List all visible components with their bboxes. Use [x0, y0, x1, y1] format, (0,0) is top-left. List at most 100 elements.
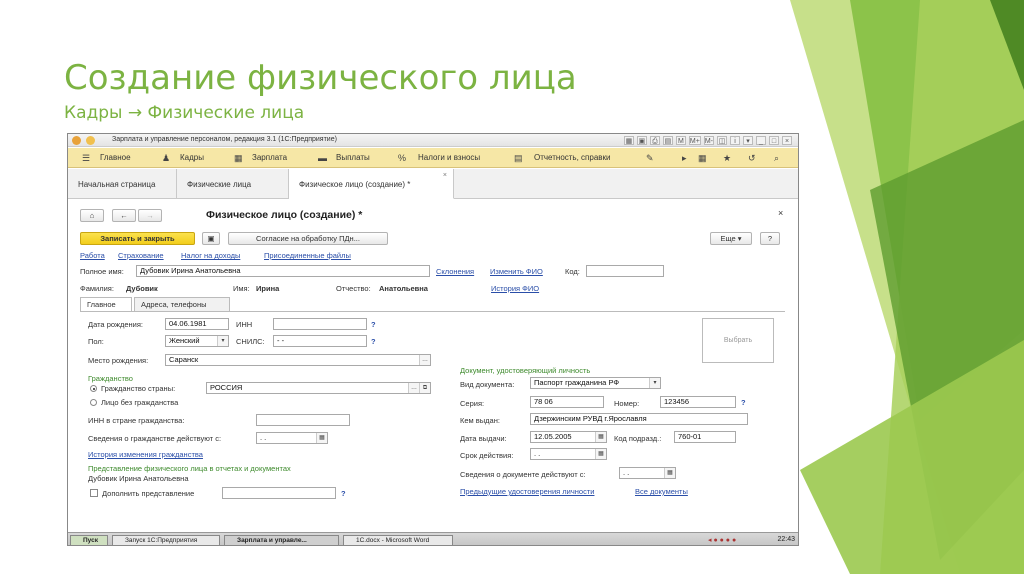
slide-subtitle: Кадры → Физические лица [64, 103, 305, 123]
tab-home-label: Начальная страница [78, 180, 156, 189]
all-docs-link[interactable]: Все документы [635, 487, 688, 496]
tab-main[interactable]: Главное [80, 297, 132, 311]
patronymic-label: Отчество: [336, 284, 371, 293]
window-icon[interactable]: ◫ [717, 136, 727, 145]
taskbar-1c-launch[interactable]: Запуск 1С:Предприятия [112, 535, 220, 545]
home-button[interactable]: ⌂ [80, 209, 104, 222]
reports-icon: ▤ [514, 153, 523, 163]
menu-salary[interactable]: Зарплата [252, 153, 287, 162]
more-dots-icon[interactable]: … [408, 383, 419, 393]
memory-m-button[interactable]: M [675, 136, 686, 145]
open-icon[interactable]: ⧉ [419, 383, 430, 393]
series-field[interactable]: 78 06 [530, 396, 604, 408]
chevron-down-icon[interactable]: ▾ [217, 336, 228, 346]
declensions-link[interactable]: Склонения [436, 267, 474, 276]
back-button[interactable]: ← [112, 209, 136, 222]
tray-icons[interactable]: ◂ ● ● ● ● [708, 536, 736, 544]
star-icon[interactable]: ★ [723, 153, 731, 164]
citizenship-valid-field[interactable]: . . ▦ [256, 432, 328, 444]
issue-date-value: 12.05.2005 [534, 432, 572, 441]
doc-valid-field[interactable]: . . ▦ [619, 467, 676, 479]
link-insurance[interactable]: Страхование [118, 251, 164, 260]
issued-by-label: Кем выдан: [460, 416, 500, 425]
supplement-field[interactable] [222, 487, 336, 499]
wrench-icon[interactable]: ✎ [646, 153, 654, 164]
link-attached-files[interactable]: Присоединенные файлы [264, 251, 351, 260]
menu-circle-icon[interactable] [86, 136, 95, 145]
memory-mplus-button[interactable]: M+ [688, 136, 701, 145]
close-icon[interactable]: × [782, 136, 792, 145]
code-field[interactable] [586, 265, 664, 277]
print-icon[interactable]: ⎙ [649, 136, 660, 145]
valid-until-field[interactable]: . . ▦ [530, 448, 607, 460]
save-icon-button[interactable]: ▣ [202, 232, 220, 245]
supplement-help-icon[interactable]: ? [341, 489, 346, 498]
link-work[interactable]: Работа [80, 251, 105, 260]
minimize-icon[interactable]: _ [756, 136, 766, 145]
tab-individual-create[interactable]: Физическое лицо (создание) * × [289, 169, 454, 199]
photo-box[interactable]: Выбрать [702, 318, 774, 363]
info-icon[interactable]: i [730, 136, 740, 145]
menu-payments[interactable]: Выплаты [336, 153, 370, 162]
inn-help-icon[interactable]: ? [371, 320, 376, 329]
menu-reports[interactable]: Отчетность, справки [534, 153, 611, 162]
foreign-inn-field[interactable] [256, 414, 350, 426]
link-income-tax[interactable]: Налог на доходы [181, 251, 240, 260]
supplement-checkbox[interactable] [90, 489, 98, 497]
app-logo-icon [72, 136, 81, 145]
calendar-icon[interactable]: ▦ [595, 432, 606, 442]
history-icon[interactable]: ↺ [748, 153, 756, 164]
snils-help-icon[interactable]: ? [371, 337, 376, 346]
inn-field[interactable] [273, 318, 367, 330]
division-code-field[interactable]: 760-01 [674, 431, 736, 443]
taskbar-word-doc[interactable]: 1C.docx - Microsoft Word [343, 535, 453, 545]
maximize-icon[interactable]: □ [769, 136, 779, 145]
more-dots-icon[interactable]: … [419, 355, 430, 365]
calendar-icon[interactable]: ▦ [664, 468, 675, 478]
citizenship-history-link[interactable]: История изменения гражданства [88, 450, 203, 459]
close-form-icon[interactable]: × [778, 208, 783, 218]
calendar-icon[interactable]: ▦ [316, 433, 327, 443]
close-tab-icon[interactable]: × [443, 172, 447, 179]
chevron-down-icon[interactable]: ▾ [743, 136, 753, 145]
memory-mminus-button[interactable]: M- [703, 136, 714, 145]
consent-button[interactable]: Согласие на обработку ПДн... [228, 232, 388, 245]
stateless-radio[interactable] [90, 399, 97, 406]
change-fio-link[interactable]: Изменить ФИО [490, 267, 543, 276]
number-field[interactable]: 123456 [660, 396, 736, 408]
citizenship-country-field[interactable]: РОССИЯ … ⧉ [206, 382, 431, 394]
number-help-icon[interactable]: ? [741, 398, 746, 407]
taskbar-salary-app[interactable]: Зарплата и управле... [224, 535, 339, 545]
issued-by-field[interactable]: Дзержинским РУВД г.Ярославля [530, 413, 748, 425]
chevron-down-icon[interactable]: ▾ [649, 378, 660, 388]
forward-button[interactable]: → [138, 209, 162, 222]
calendar-icon[interactable]: ▦ [595, 449, 606, 459]
tab-addresses[interactable]: Адреса, телефоны [134, 297, 230, 311]
snils-field[interactable]: - - [273, 335, 367, 347]
menu-kadry[interactable]: Кадры [180, 153, 204, 162]
more-button[interactable]: Еще ▾ [710, 232, 752, 245]
issue-date-field[interactable]: 12.05.2005 ▦ [530, 431, 607, 443]
birthplace-field[interactable]: Саранск… [165, 354, 431, 366]
fio-history-link[interactable]: История ФИО [491, 284, 539, 293]
save-and-close-button[interactable]: Записать и закрыть [80, 232, 195, 245]
table-icon[interactable]: ▦ [623, 136, 634, 145]
sex-select[interactable]: Женский ▾ [165, 335, 229, 347]
help-button[interactable]: ? [760, 232, 780, 245]
menu-taxes[interactable]: Налоги и взносы [418, 153, 480, 162]
tab-home[interactable]: Начальная страница [68, 169, 177, 199]
search-icon[interactable]: ⌕ [774, 153, 779, 164]
save-icon[interactable]: ▣ [636, 136, 647, 145]
hamburger-icon[interactable]: ☰ [82, 153, 90, 164]
forward-icon[interactable]: ▸ [682, 153, 687, 164]
full-name-field[interactable]: Дубовик Ирина Анатольевна [136, 265, 430, 277]
doc-type-select[interactable]: Паспорт гражданина РФ ▾ [530, 377, 661, 389]
tab-individuals[interactable]: Физические лица [177, 169, 289, 199]
citizenship-country-radio[interactable] [90, 385, 97, 392]
birth-date-field[interactable]: 04.06.1981 [165, 318, 229, 330]
grid-icon[interactable]: ▦ [698, 153, 707, 164]
menu-main[interactable]: Главное [100, 153, 131, 162]
start-button[interactable]: Пуск [70, 535, 108, 545]
calendar-icon[interactable]: ▤ [662, 136, 673, 145]
previous-docs-link[interactable]: Предыдущие удостоверения личности [460, 487, 594, 496]
